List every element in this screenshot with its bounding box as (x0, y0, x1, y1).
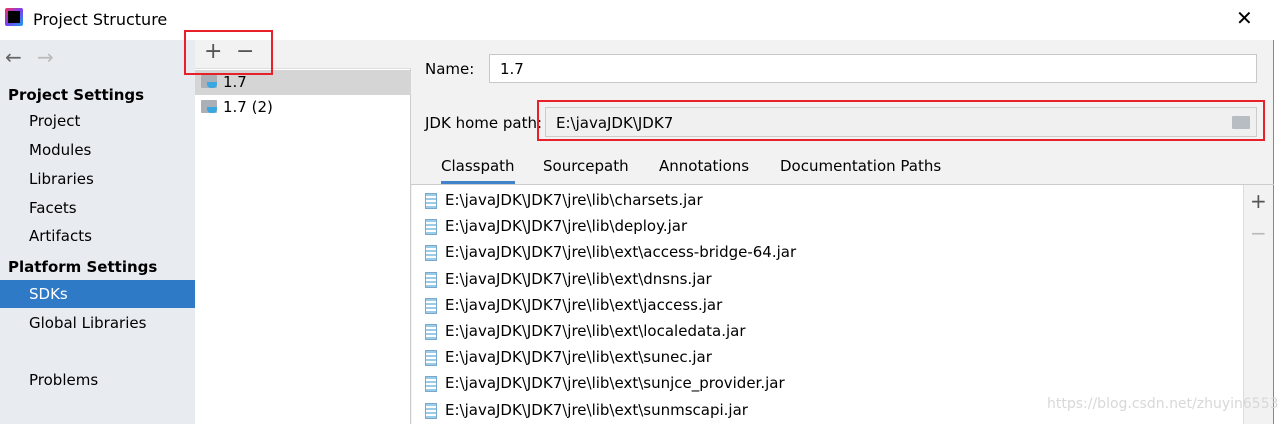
window-title: Project Structure (33, 10, 168, 29)
classpath-entry: E:\javaJDK\JDK7\jre\lib\ext\dnsns.jar (445, 269, 712, 288)
classpath-entry: E:\javaJDK\JDK7\jre\lib\ext\jaccess.jar (445, 295, 723, 314)
jdk-folder-icon (201, 75, 217, 88)
classpath-entry: E:\javaJDK\JDK7\jre\lib\ext\localedata.j… (445, 322, 746, 340)
tab-classpath[interactable]: Classpath (441, 157, 515, 184)
jdk-folder-icon (201, 100, 217, 113)
classpath-entry: E:\javaJDK\JDK7\jre\lib\charsets.jar (445, 191, 703, 209)
name-input[interactable]: 1.7 (489, 54, 1257, 83)
sidebar-item-modules[interactable]: Modules (0, 136, 195, 164)
jar-icon (425, 297, 437, 314)
classpath-row[interactable]: E:\javaJDK\JDK7\jre\lib\charsets.jar (412, 187, 703, 213)
classpath-entry: E:\javaJDK\JDK7\jre\lib\deploy.jar (445, 217, 688, 236)
sidebar-item-facets[interactable]: Facets (0, 194, 195, 222)
project-structure-dialog: Project Structure ✕ ← → Project Settings… (0, 0, 1279, 424)
jar-icon (425, 219, 437, 236)
section-project-settings: Project Settings (8, 86, 145, 104)
classpath-row[interactable]: E:\javaJDK\JDK7\jre\lib\ext\sunjce_provi… (412, 370, 785, 396)
sdk-label: 1.7 (223, 73, 247, 91)
name-label: Name: (425, 60, 475, 78)
sdk-tabs: Classpath Sourcepath Annotations Documen… (411, 150, 1274, 185)
classpath-entry: E:\javaJDK\JDK7\jre\lib\ext\sunmscapi.ja… (445, 400, 748, 419)
sidebar-item-libraries[interactable]: Libraries (0, 165, 195, 193)
classpath-entry: E:\javaJDK\JDK7\jre\lib\ext\access-bridg… (445, 243, 797, 262)
sdk-item[interactable]: 1.7 (2) (195, 95, 411, 120)
section-platform-settings: Platform Settings (8, 258, 158, 276)
sidebar-item-global-libraries[interactable]: Global Libraries (0, 309, 195, 337)
classpath-row[interactable]: E:\javaJDK\JDK7\jre\lib\ext\sunmscapi.ja… (412, 397, 748, 423)
jar-icon (425, 271, 437, 288)
sidebar-item-artifacts[interactable]: Artifacts (0, 222, 195, 250)
sidebar-item-problems[interactable]: Problems (0, 366, 195, 394)
jar-icon (425, 193, 437, 209)
jar-icon (425, 402, 437, 419)
highlight-box-jdk-path (537, 100, 1265, 141)
classpath-list: E:\javaJDK\JDK7\jre\lib\charsets.jar E:\j… (412, 185, 1244, 424)
classpath-row[interactable]: E:\javaJDK\JDK7\jre\lib\ext\dnsns.jar (412, 266, 712, 292)
classpath-row[interactable]: E:\javaJDK\JDK7\jre\lib\deploy.jar (412, 213, 687, 239)
sdk-label: 1.7 (2) (223, 98, 273, 116)
sidebar-item-project[interactable]: Project (0, 107, 195, 135)
close-icon[interactable]: ✕ (1236, 6, 1253, 30)
add-classpath-button[interactable]: + (1250, 189, 1267, 213)
sidebar: ← → Project Settings Project Modules Lib… (0, 40, 195, 424)
remove-classpath-button[interactable]: − (1250, 221, 1267, 245)
classpath-entry: E:\javaJDK\JDK7\jre\lib\ext\sunjce_provi… (445, 374, 785, 393)
classpath-entry: E:\javaJDK\JDK7\jre\lib\ext\sunec.jar (445, 348, 712, 367)
classpath-row[interactable]: E:\javaJDK\JDK7\jre\lib\ext\localedata.j… (412, 318, 746, 344)
jar-icon (425, 350, 437, 367)
tab-sourcepath[interactable]: Sourcepath (543, 157, 629, 175)
intellij-app-icon (5, 8, 23, 26)
jar-icon (425, 376, 437, 393)
jdk-home-path-label: JDK home path: (425, 114, 543, 132)
classpath-row[interactable]: E:\javaJDK\JDK7\jre\lib\ext\sunec.jar (412, 344, 712, 370)
forward-arrow-icon[interactable]: → (37, 45, 54, 69)
highlight-box-toolbar (184, 30, 273, 75)
tab-documentation-paths[interactable]: Documentation Paths (780, 157, 941, 175)
sidebar-item-sdks[interactable]: SDKs (0, 280, 195, 308)
classpath-row[interactable]: E:\javaJDK\JDK7\jre\lib\ext\access-bridg… (412, 239, 796, 265)
back-arrow-icon[interactable]: ← (5, 45, 22, 69)
watermark: https://blog.csdn.net/zhuyin6553 (1047, 396, 1279, 412)
classpath-row[interactable]: E:\javaJDK\JDK7\jre\lib\ext\jaccess.jar (412, 292, 722, 318)
jar-icon (425, 245, 437, 262)
tab-annotations[interactable]: Annotations (659, 157, 749, 175)
jar-icon (425, 324, 437, 340)
sdk-list-panel: + − 1.7 1.7 (2) (195, 39, 411, 424)
